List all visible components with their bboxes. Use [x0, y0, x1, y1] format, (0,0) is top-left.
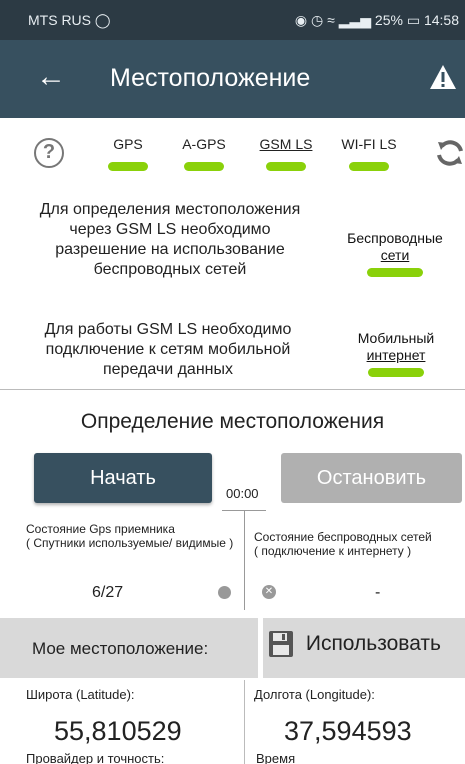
back-arrow-icon[interactable]: ←: [36, 60, 66, 94]
provider-label: GPS: [113, 136, 143, 152]
wireless-networks-link[interactable]: Беспроводные сети: [330, 230, 460, 277]
provider-accuracy-label: Провайдер и точность:: [26, 751, 165, 764]
mobile-status-indicator: [368, 368, 424, 377]
provider-wifi-ls[interactable]: WI-FI LS: [336, 136, 402, 171]
longitude-label: Долгота (Longitude):: [254, 687, 375, 702]
providers-row: ? GPS A-GPS GSM LS WI-FI LS: [0, 118, 465, 190]
status-bar-right: ◉ ◷ ≈ ▂▃▅ 25% ▭ 14:58: [295, 12, 459, 29]
signal-icon: ▂▃▅: [338, 12, 372, 28]
warning-icon[interactable]: [429, 64, 457, 90]
provider-status-indicator: [349, 162, 389, 171]
provider-gps[interactable]: GPS: [106, 136, 150, 171]
gps-receiver-title: Состояние Gps приемника: [26, 522, 175, 536]
gps-status-dot-icon: [218, 586, 231, 599]
divider: [0, 389, 465, 390]
alarm-icon: ◷: [311, 12, 324, 28]
help-icon[interactable]: ?: [34, 138, 64, 168]
battery-percent: 25%: [374, 12, 403, 28]
battery-icon: ▭: [406, 12, 421, 28]
gps-satellites-value: 6/27: [92, 584, 124, 601]
gsm-permission-text: Для определения местоположения через GSM…: [39, 201, 301, 278]
column-divider: [244, 510, 245, 610]
clock: 14:58: [423, 12, 459, 28]
provider-label: GSM LS: [259, 136, 313, 152]
page-title: Местоположение: [110, 64, 311, 92]
mobile-internet-link[interactable]: Мобильный интернет: [336, 330, 456, 377]
wireless-state-title: Состояние беспроводных сетей: [254, 530, 432, 544]
carrier-label: MTS RUS: [28, 12, 91, 28]
use-location-label: Использовать: [305, 632, 441, 655]
time-label: Время: [256, 751, 296, 764]
app-bar: ← Местоположение: [0, 40, 465, 118]
wireless-status-indicator: [367, 268, 423, 277]
wireless-label-line2: сети: [380, 247, 410, 263]
wireless-state-value: -: [375, 584, 381, 601]
close-circle-icon: ✕: [262, 585, 276, 599]
provider-label: WI-FI LS: [341, 136, 397, 152]
my-location-bar: Мое местоположение: Использовать: [0, 618, 465, 678]
gps-receiver-subtitle: ( Спутники используемые/ видимые ): [26, 536, 234, 550]
coordinates-divider: [244, 680, 245, 764]
status-bar-left: MTS RUS ◯: [28, 12, 111, 29]
provider-status-indicator: [184, 162, 224, 171]
section-title: Определение местоположения: [80, 410, 385, 433]
location-icon: ◉: [294, 12, 308, 28]
use-location-button[interactable]: Использовать: [268, 630, 441, 666]
data-saver-icon: ◯: [94, 12, 111, 28]
mobile-permission-text: Для работы GSM LS необходимо подключение…: [44, 321, 292, 378]
start-button[interactable]: Начать: [34, 453, 212, 503]
timer: 00:00: [226, 486, 259, 501]
provider-status-indicator: [266, 162, 306, 171]
latitude-value: 55,810529: [54, 716, 182, 746]
mobile-label-line2: интернет: [366, 347, 426, 363]
stop-button[interactable]: Остановить: [281, 453, 462, 503]
mobile-label-line1: Мобильный: [357, 330, 435, 346]
refresh-icon[interactable]: [435, 138, 465, 168]
provider-gsm-ls[interactable]: GSM LS: [254, 136, 318, 171]
latitude-label: Широта (Latitude):: [26, 687, 135, 702]
save-icon: [269, 631, 293, 657]
wireless-label-line1: Беспроводные: [347, 230, 443, 246]
provider-status-indicator: [108, 162, 148, 171]
wireless-state-subtitle: ( подключение к интернету ): [254, 544, 412, 558]
my-location-label: Мое местоположение:: [32, 639, 209, 658]
wifi-icon: ≈: [327, 12, 335, 28]
provider-label: A-GPS: [182, 136, 226, 152]
location-bar-separator: [258, 618, 263, 678]
status-bar: MTS RUS ◯ ◉ ◷ ≈ ▂▃▅ 25% ▭ 14:58: [0, 0, 465, 40]
longitude-value: 37,594593: [284, 716, 412, 746]
provider-agps[interactable]: A-GPS: [176, 136, 232, 171]
